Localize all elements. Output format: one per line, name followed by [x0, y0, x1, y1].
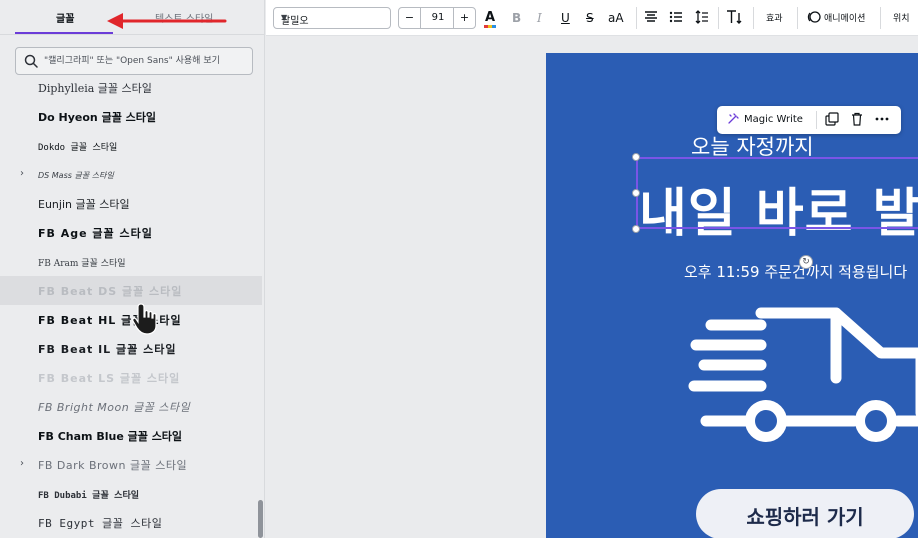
animate-icon — [807, 11, 821, 23]
app-window: 글꼴 텍스트 스타일 Diphylleia 글꼴 스타일 Do Hyeon 글꼴… — [0, 0, 918, 538]
font-item-label: FB Age 글꼴 스타일 — [38, 227, 153, 240]
font-item-diphylleia[interactable]: Diphylleia 글꼴 스타일 — [0, 78, 262, 102]
font-item-label: DS Mass 글꼴 스타일 — [38, 171, 114, 180]
editor-canvas: 오늘 자정까지 내일 바로 발 오후 11:59 주문건까지 적용됩니다 쇼핑하… — [266, 37, 918, 538]
font-item-label: Do Hyeon 글꼴 스타일 — [38, 111, 157, 124]
tab-fonts[interactable]: 글꼴 — [56, 10, 74, 25]
text-orientation-icon[interactable] — [726, 10, 742, 24]
font-item-label: FB Bright Moon 글꼴 스타일 — [38, 401, 191, 414]
font-item-fb-bright-moon[interactable]: FB Bright Moon 글꼴 스타일 — [0, 392, 262, 421]
font-item-fb-dubabi[interactable]: FB Dubabi 글꼴 스타일 — [0, 479, 262, 508]
toolbar-divider — [797, 7, 798, 29]
font-item-fb-egypt[interactable]: FB Egypt 글꼴 스타일 — [0, 508, 262, 537]
resize-handle[interactable] — [632, 153, 640, 161]
magic-write-icon — [728, 113, 739, 124]
font-search[interactable] — [15, 47, 253, 75]
search-icon — [24, 54, 38, 68]
text-color-button[interactable]: A — [484, 9, 496, 28]
floating-toolbar: Magic Write — [717, 106, 901, 134]
chevron-right-icon[interactable]: › — [20, 168, 24, 179]
font-item-label: Diphylleia 글꼴 스타일 — [38, 82, 152, 95]
toolbar-divider — [880, 7, 881, 29]
shop-now-button[interactable]: 쇼핑하러 가기 — [696, 489, 914, 538]
text-color-icon: A — [485, 10, 496, 25]
position-button[interactable]: 위치 — [893, 11, 910, 24]
font-panel: 글꼴 텍스트 스타일 Diphylleia 글꼴 스타일 Do Hyeon 글꼴… — [0, 0, 265, 538]
letter-case-button[interactable]: aA — [608, 9, 624, 27]
chevron-down-icon: ▼ — [281, 13, 288, 22]
font-item-label: FB Cham Blue 글꼴 스타일 — [38, 430, 183, 443]
decrease-size-button[interactable]: − — [399, 8, 421, 28]
more-options-icon[interactable] — [875, 112, 889, 126]
font-item-label: Dokdo 글꼴 스타일 — [38, 143, 118, 153]
duplicate-icon[interactable] — [825, 112, 839, 126]
color-bar-icon — [484, 25, 496, 28]
font-item-fb-dark-brown[interactable]: › FB Dark Brown 글꼴 스타일 — [0, 450, 262, 479]
delete-icon[interactable] — [850, 112, 864, 126]
bold-button[interactable]: B — [512, 9, 521, 27]
font-item-fb-age[interactable]: FB Age 글꼴 스타일 — [0, 218, 262, 247]
font-item-label: FB Beat DS 글꼴 스타일 — [38, 285, 183, 298]
font-item-label: FB Aram 글꼴 스타일 — [38, 259, 126, 269]
resize-handle[interactable] — [632, 189, 640, 197]
resize-handle[interactable] — [632, 225, 640, 233]
chevron-right-icon[interactable]: › — [20, 458, 24, 469]
effects-button[interactable]: 효과 — [766, 11, 783, 24]
font-size-value[interactable]: 91 — [422, 8, 454, 28]
font-item-do-hyeon[interactable]: Do Hyeon 글꼴 스타일 — [0, 102, 262, 131]
design-subtext[interactable]: 오후 11:59 주문건까지 적용됩니다 — [684, 261, 907, 282]
font-item-label: FB Egypt 글꼴 스타일 — [38, 517, 163, 530]
font-item-fb-beat-ls[interactable]: FB Beat LS 글꼴 스타일 — [0, 363, 262, 392]
panel-tabs: 글꼴 텍스트 스타일 — [0, 0, 265, 36]
italic-button[interactable]: I — [537, 9, 542, 27]
increase-size-button[interactable]: + — [453, 8, 475, 28]
toolbar-divider — [636, 7, 637, 29]
toolbar-divider — [718, 7, 719, 29]
font-size-stepper[interactable]: − 91 + — [398, 7, 476, 29]
delivery-truck-icon — [688, 307, 918, 442]
line-spacing-icon[interactable] — [695, 10, 709, 24]
font-item-fb-cham-blue[interactable]: FB Cham Blue 글꼴 스타일 — [0, 421, 262, 450]
toolbar-divider — [816, 111, 817, 129]
selection-box[interactable] — [636, 157, 918, 229]
font-item-ds-mass[interactable]: › DS Mass 글꼴 스타일 — [0, 160, 262, 189]
font-item-eunjin[interactable]: Eunjin 글꼴 스타일 — [0, 189, 262, 218]
magic-write-button[interactable]: Magic Write — [744, 114, 803, 125]
text-toolbar: 팔밀오 ▼ − 91 + A B I U S aA 효과 애니메이션 위치 — [266, 0, 918, 36]
underline-button[interactable]: U — [561, 9, 570, 27]
font-item-fb-aram[interactable]: FB Aram 글꼴 스타일 — [0, 247, 262, 276]
tab-divider — [0, 34, 265, 35]
shop-now-label: 쇼핑하러 가기 — [746, 505, 864, 529]
font-item-label: FB Dark Brown 글꼴 스타일 — [38, 459, 188, 472]
font-item-label: FB Dubabi 글꼴 스타일 — [38, 491, 140, 501]
font-item-fb-beat-ds[interactable]: FB Beat DS 글꼴 스타일 — [0, 276, 262, 305]
align-center-icon[interactable] — [644, 11, 658, 23]
font-list-scrollbar[interactable] — [258, 500, 263, 538]
font-item-label: FB Beat IL 글꼴 스타일 — [38, 343, 177, 356]
font-item-label: FB Beat LS 글꼴 스타일 — [38, 372, 181, 385]
font-family-dropdown[interactable]: 팔밀오 ▼ — [273, 7, 391, 29]
rotate-icon[interactable]: ↻ — [799, 255, 813, 269]
strikethrough-button[interactable]: S — [586, 9, 594, 27]
hand-cursor-icon — [132, 303, 157, 335]
animate-button[interactable]: 애니메이션 — [824, 11, 865, 24]
toolbar-divider — [753, 7, 754, 29]
font-item-label: Eunjin 글꼴 스타일 — [38, 198, 130, 211]
font-item-dokdo[interactable]: Dokdo 글꼴 스타일 — [0, 131, 262, 160]
font-item-fb-beat-il[interactable]: FB Beat IL 글꼴 스타일 — [0, 334, 262, 363]
red-arrow-annotation — [107, 13, 227, 29]
font-search-input[interactable] — [44, 52, 249, 70]
list-icon[interactable] — [669, 11, 683, 23]
